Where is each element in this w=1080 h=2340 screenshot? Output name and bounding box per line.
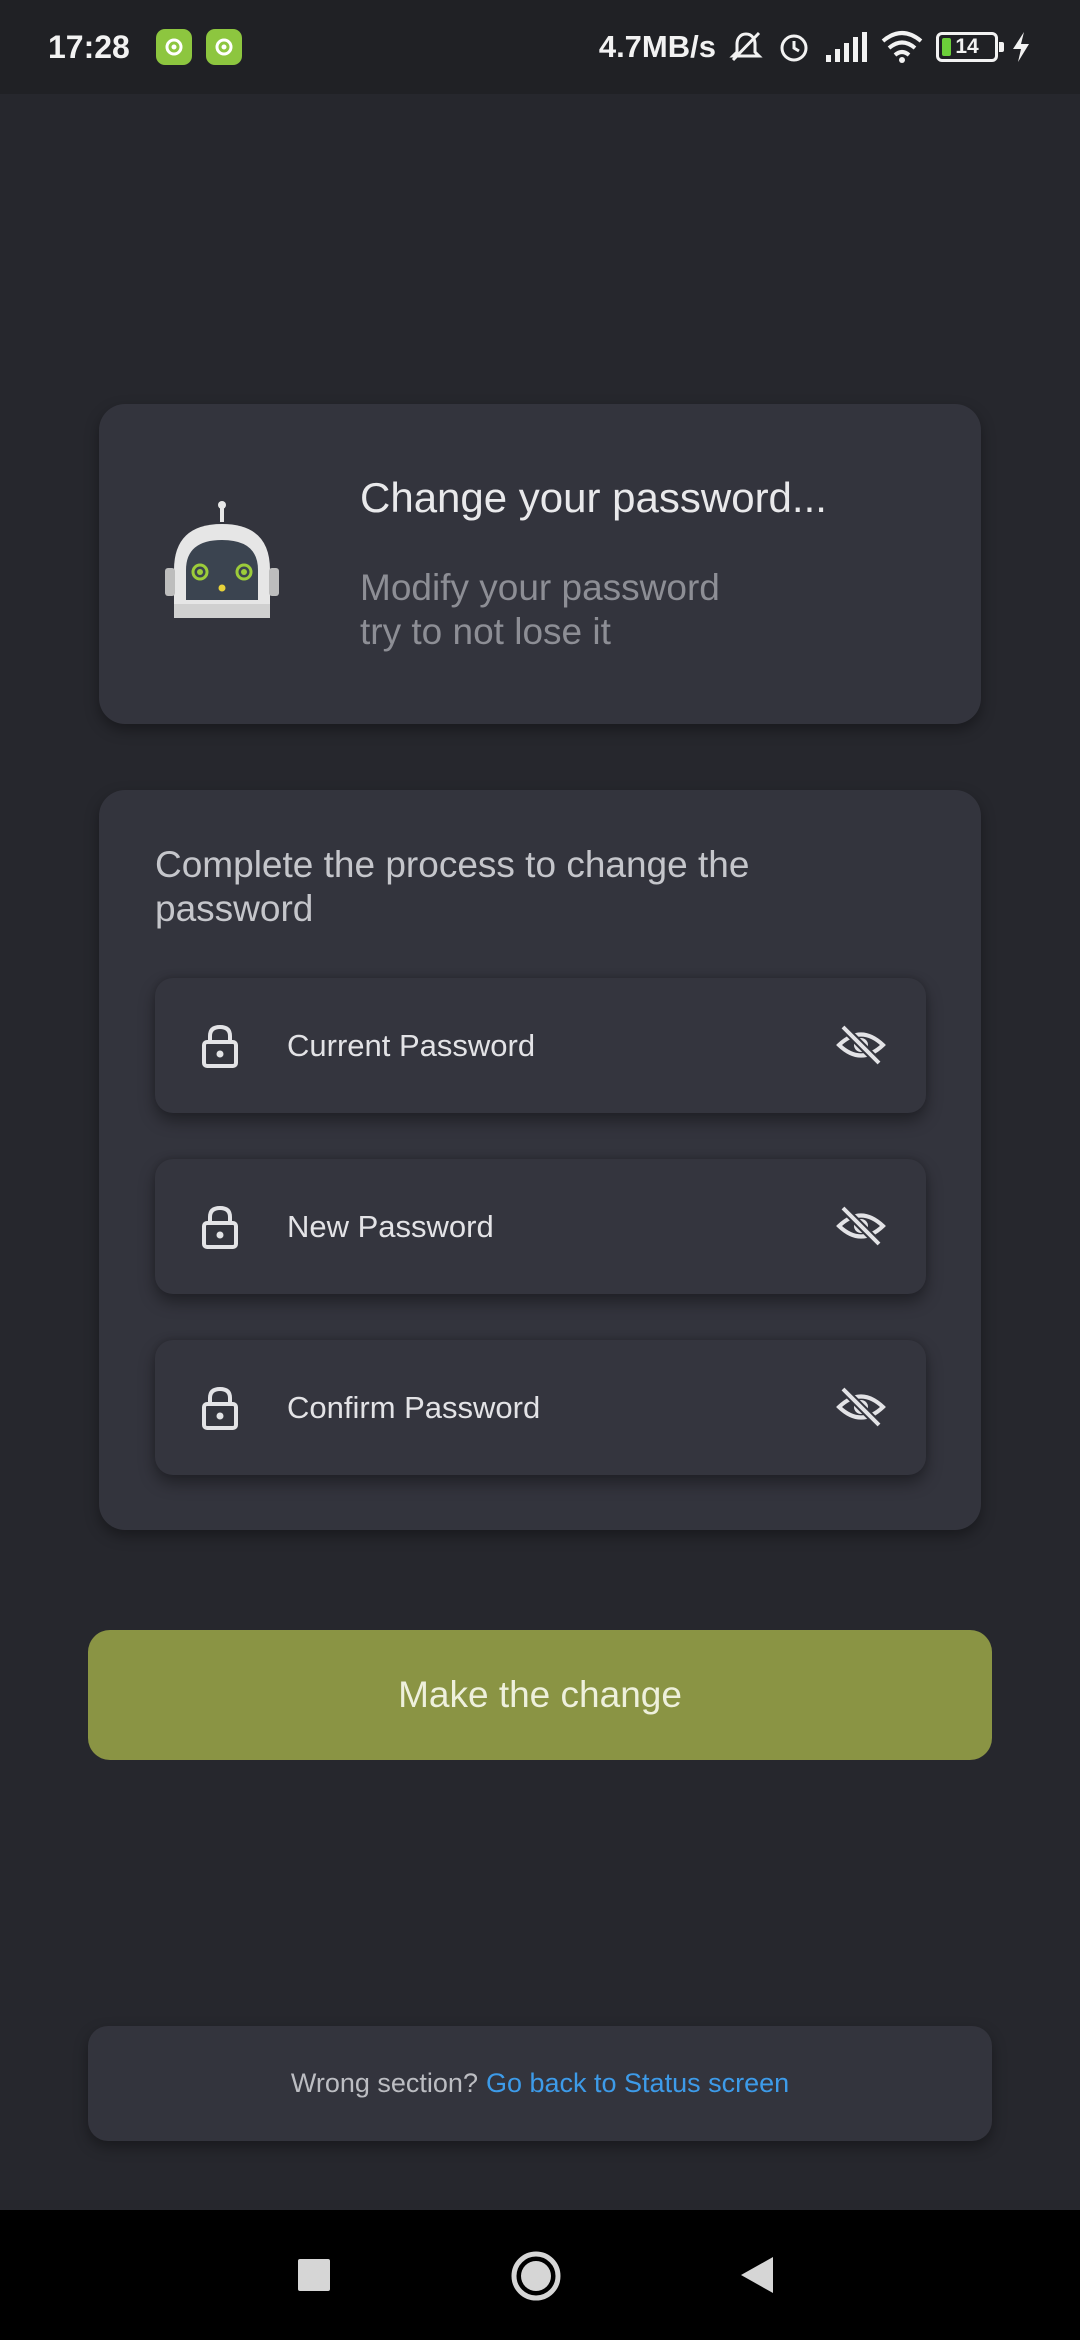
lock-icon bbox=[202, 1205, 238, 1249]
page-title: Change your password... bbox=[360, 474, 827, 521]
app-badge-icon bbox=[205, 29, 242, 65]
network-speed: 4.7MB/s bbox=[598, 29, 716, 64]
back-triangle-icon[interactable] bbox=[740, 2256, 774, 2294]
current-password-input[interactable] bbox=[287, 978, 807, 1113]
new-password-field[interactable] bbox=[155, 1159, 926, 1294]
mute-icon bbox=[729, 31, 763, 62]
subtitle-line-1: Modify your password bbox=[360, 567, 720, 608]
robot-icon bbox=[165, 501, 279, 618]
status-bar-right: 4.7MB/s 14 bbox=[599, 29, 1032, 65]
lock-icon bbox=[202, 1386, 238, 1430]
wifi-icon bbox=[881, 31, 923, 63]
clock: 17:28 bbox=[48, 28, 130, 65]
eye-off-icon[interactable] bbox=[836, 1022, 886, 1068]
subtitle-line-2: try to not lose it bbox=[360, 611, 611, 652]
battery-icon: 14 bbox=[936, 32, 1004, 62]
page-subtitle: Modify your password try to not lose it bbox=[360, 566, 920, 654]
back-to-status-link[interactable]: Go back to Status screen bbox=[486, 2068, 789, 2099]
status-bar-left: 17:28 bbox=[48, 29, 242, 66]
eye-off-icon[interactable] bbox=[836, 1384, 886, 1430]
eye-off-icon[interactable] bbox=[836, 1203, 886, 1249]
app-badge-icon bbox=[155, 29, 192, 65]
status-bar: 17:28 4.7MB/s 14 bbox=[0, 0, 1080, 94]
system-nav-bar bbox=[0, 2210, 1080, 2340]
alarm-icon bbox=[780, 34, 808, 62]
confirm-password-input[interactable] bbox=[287, 1340, 807, 1475]
confirm-password-field[interactable] bbox=[155, 1340, 926, 1475]
footer-text: Wrong section? bbox=[290, 2068, 478, 2098]
make-change-button[interactable]: Make the change bbox=[88, 1630, 992, 1760]
recents-square-icon[interactable] bbox=[297, 2258, 331, 2292]
footer-card: Wrong section? Go back to Status screen bbox=[88, 2026, 992, 2141]
current-password-field[interactable] bbox=[155, 978, 926, 1113]
charging-icon bbox=[1013, 32, 1029, 62]
new-password-input[interactable] bbox=[287, 1159, 807, 1294]
lock-icon bbox=[202, 1024, 238, 1068]
home-circle-icon[interactable] bbox=[510, 2250, 562, 2302]
form-title: Complete the process to change the passw… bbox=[155, 844, 750, 929]
battery-level: 14 bbox=[955, 35, 979, 58]
signal-icon bbox=[826, 32, 867, 62]
change-password-screen: 17:28 4.7MB/s 14 Change your password...… bbox=[0, 0, 1080, 2340]
